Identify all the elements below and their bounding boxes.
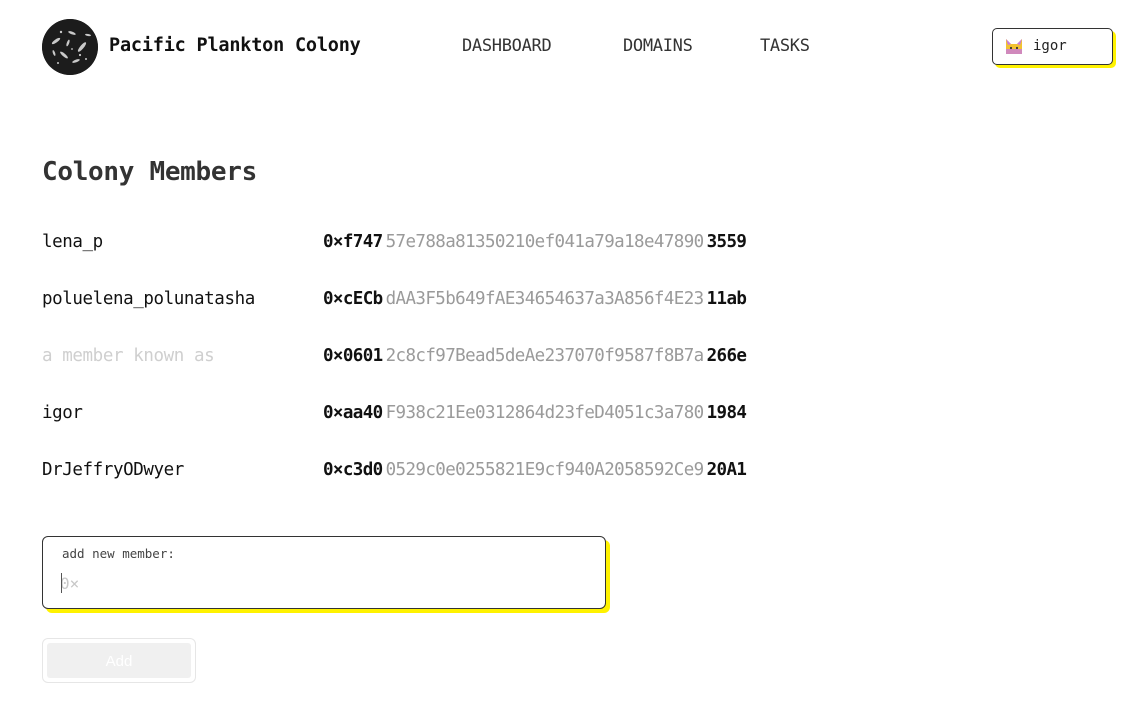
member-address[interactable]: 0×c3d0 0529c0e0255821E9cf940A2058592Ce9 20… <box>323 460 747 480</box>
member-row: DrJeffryODwyer 0×c3d0 0529c0e0255821E9cf9… <box>42 454 902 511</box>
address-middle: F938c21Ee0312864d23feD4051c3a780 <box>385 403 705 423</box>
nav-domains[interactable]: DOMAINS <box>623 36 693 56</box>
member-row: a member known as 0×0601 2c8cf97Bead5deAe… <box>42 340 902 397</box>
address-suffix: 1984 <box>706 403 747 423</box>
member-name[interactable]: igor <box>42 403 83 423</box>
member-list: lena_p 0×f747 57e788a81350210ef041a79a18e… <box>42 226 902 511</box>
address-prefix: 0×aa40 <box>323 403 383 423</box>
address-prefix: 0×cECb <box>323 289 383 309</box>
member-address[interactable]: 0×aa40 F938c21Ee0312864d23feD4051c3a780 19… <box>323 403 747 423</box>
member-name-placeholder: a member known as <box>42 346 215 366</box>
member-name[interactable]: DrJeffryODwyer <box>42 460 184 480</box>
member-row: igor 0×aa40 F938c21Ee0312864d23feD4051c3a… <box>42 397 902 454</box>
nav-dashboard[interactable]: DASHBOARD <box>462 36 552 56</box>
member-address[interactable]: 0×cECb dAA3F5b649fAE34654637a3A856f4E23 11… <box>323 289 747 309</box>
address-prefix: 0×c3d0 <box>323 460 383 480</box>
address-suffix: 20A1 <box>706 460 747 480</box>
add-button-label: Add <box>105 653 133 670</box>
add-member-label: add new member: <box>62 546 175 561</box>
address-middle: dAA3F5b649fAE34654637a3A856f4E23 <box>385 289 705 309</box>
add-member-button[interactable]: Add <box>42 638 196 683</box>
add-member-input[interactable] <box>60 569 580 597</box>
brand-name[interactable]: Pacific Plankton Colony <box>109 35 361 56</box>
address-suffix: 3559 <box>706 232 747 252</box>
plankton-logo-icon <box>42 19 98 75</box>
add-member-field[interactable]: add new member: <box>42 536 606 609</box>
top-navigation-bar: Pacific Plankton Colony DASHBOARD DOMAIN… <box>0 0 1146 96</box>
page-title: Colony Members <box>42 157 257 187</box>
member-name[interactable]: poluelena_polunatasha <box>42 289 255 309</box>
cat-avatar-icon <box>1004 37 1024 57</box>
address-middle: 57e788a81350210ef041a79a18e47890 <box>385 232 705 252</box>
member-address[interactable]: 0×f747 57e788a81350210ef041a79a18e47890 35… <box>323 232 747 252</box>
member-row: poluelena_polunatasha 0×cECb dAA3F5b649fA… <box>42 283 902 340</box>
address-prefix: 0×0601 <box>323 346 383 366</box>
nav-tasks[interactable]: TASKS <box>760 36 810 56</box>
colony-logo[interactable] <box>42 19 98 75</box>
member-address[interactable]: 0×0601 2c8cf97Bead5deAe237070f9587f8B7a 26… <box>323 346 747 366</box>
text-caret <box>61 573 62 593</box>
address-suffix: 11ab <box>706 289 747 309</box>
address-middle: 0529c0e0255821E9cf940A2058592Ce9 <box>385 460 705 480</box>
member-row: lena_p 0×f747 57e788a81350210ef041a79a18e… <box>42 226 902 283</box>
address-suffix: 266e <box>706 346 747 366</box>
member-name[interactable]: lena_p <box>42 232 103 252</box>
address-prefix: 0×f747 <box>323 232 383 252</box>
address-middle: 2c8cf97Bead5deAe237070f9587f8B7a <box>385 346 705 366</box>
user-name: igor <box>1033 38 1067 54</box>
user-menu-button[interactable]: igor <box>992 28 1113 65</box>
add-button-face: Add <box>47 643 191 678</box>
